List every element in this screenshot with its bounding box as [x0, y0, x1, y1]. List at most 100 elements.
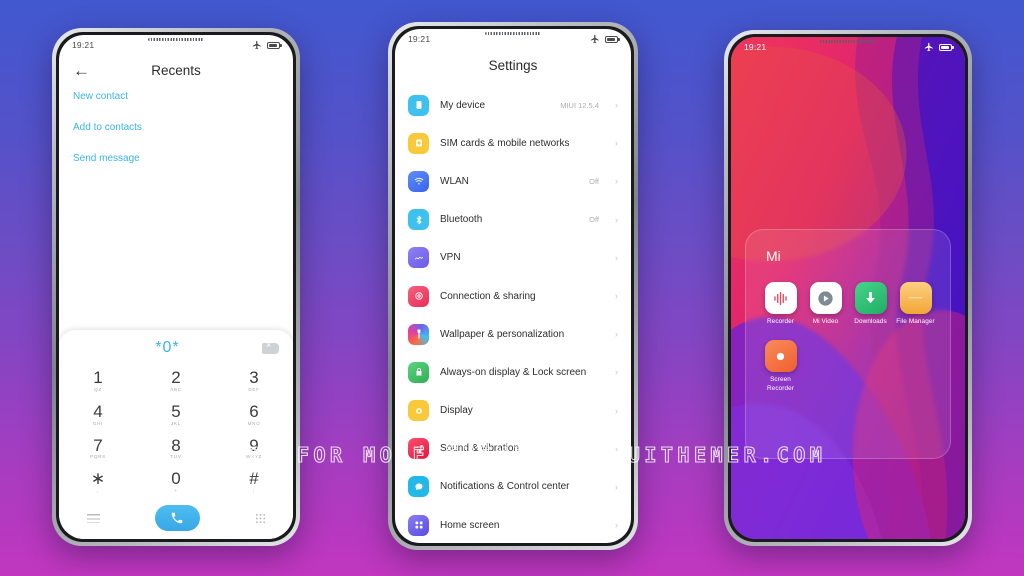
dialer-header: ← Recents: [59, 55, 293, 91]
app-label: Downloads: [854, 318, 887, 325]
screen-homescreen: 19:21 Mi Recorder Mi Video Downloads Fil…: [731, 37, 965, 539]
connection-icon: [408, 285, 429, 307]
app-mi-video[interactable]: Mi Video: [803, 282, 848, 326]
page-title: Recents: [151, 63, 201, 78]
key-star[interactable]: ∗,: [59, 464, 137, 498]
settings-item-sound-vibration[interactable]: Sound & vibration ›: [408, 430, 618, 468]
video-play-icon: [809, 282, 842, 314]
dialpad-sheet: *0* 1QZ 2ABC 3DEF 4GHI 5JKL 6MNO 7PQRS 8…: [59, 330, 293, 539]
airplane-icon: [590, 34, 599, 44]
airplane-icon: [924, 42, 933, 52]
wifi-icon: [408, 170, 429, 192]
link-new-contact[interactable]: New contact: [73, 91, 279, 102]
chevron-right-icon: ›: [615, 367, 618, 378]
settings-item-label: My device: [440, 99, 486, 111]
settings-item-connection-sharing[interactable]: Connection & sharing ›: [408, 277, 618, 315]
key-digit: 6: [249, 401, 259, 421]
key-8[interactable]: 8 TUV: [137, 431, 215, 465]
key-digit: 4: [93, 401, 103, 421]
key-letters: ,: [97, 488, 99, 493]
notifications-icon: [408, 476, 429, 498]
settings-item-value: Off: [589, 176, 599, 186]
key-digit: 5: [171, 401, 181, 421]
recorder-icon: [764, 282, 797, 314]
sim-card-icon: [408, 132, 429, 154]
settings-item-wlan[interactable]: WLAN Off ›: [408, 162, 618, 200]
app-label: Mi Video: [812, 318, 839, 325]
key-letters: JKL: [170, 420, 182, 426]
app-file-manager[interactable]: File Manager: [893, 282, 938, 326]
link-add-to-contacts[interactable]: Add to contacts: [73, 122, 279, 133]
settings-item-label: Wallpaper & personalization: [440, 328, 565, 340]
key-hash[interactable]: #;: [215, 464, 293, 498]
wallpaper-icon: [408, 323, 429, 345]
status-time: 19:21: [744, 42, 767, 52]
folder-app-grid: Recorder Mi Video Downloads File Manager…: [758, 282, 938, 393]
call-button[interactable]: [154, 505, 200, 531]
bluetooth-icon: [408, 209, 429, 231]
dialer-input-row: *0*: [59, 339, 293, 363]
settings-item-label: Connection & sharing: [440, 290, 536, 302]
key-letters: PQRS: [90, 454, 106, 460]
settings-item-always-on-display[interactable]: Always-on display & Lock screen ›: [408, 353, 618, 391]
keypad-grid-icon[interactable]: [254, 512, 266, 524]
key-digit: 7: [93, 435, 103, 455]
key-6[interactable]: 6 MNO: [215, 397, 293, 431]
key-letters: MNO: [247, 420, 261, 426]
app-label: Screen Recorder: [766, 376, 795, 392]
sound-icon: [408, 438, 429, 460]
key-7[interactable]: 7 PQRS: [59, 431, 137, 465]
dialed-number[interactable]: *0*: [73, 339, 262, 357]
app-downloads[interactable]: Downloads: [848, 282, 893, 326]
app-label: File Manager: [896, 318, 935, 325]
link-send-message[interactable]: Send message: [73, 153, 279, 164]
earpiece-grille: [820, 40, 876, 43]
settings-item-sim-cards[interactable]: SIM cards & mobile networks ›: [408, 124, 618, 162]
settings-item-vpn[interactable]: VPN ›: [408, 239, 618, 277]
key-9[interactable]: 9 WXYZ: [215, 431, 293, 465]
app-label: Recorder: [766, 318, 795, 325]
settings-item-label: SIM cards & mobile networks: [440, 137, 570, 149]
key-digit: #: [249, 469, 259, 489]
settings-item-notifications[interactable]: Notifications & Control center ›: [408, 468, 618, 506]
vpn-icon: [408, 247, 429, 269]
settings-item-bluetooth[interactable]: Bluetooth Off ›: [408, 201, 618, 239]
settings-item-wallpaper[interactable]: Wallpaper & personalization ›: [408, 315, 618, 353]
settings-item-label: Sound & vibration: [440, 443, 519, 455]
phone-bezel: 19:21 Settings My device MIUI 12.5.4 › S…: [392, 26, 634, 546]
chevron-right-icon: ›: [615, 405, 618, 416]
key-4[interactable]: 4 GHI: [59, 397, 137, 431]
key-letters: GHI: [92, 420, 104, 426]
key-1[interactable]: 1 QZ: [59, 363, 137, 397]
settings-item-label: Bluetooth: [440, 214, 483, 226]
settings-item-display[interactable]: Display ›: [408, 392, 618, 430]
file-manager-icon: [899, 282, 932, 314]
key-digit: 3: [249, 368, 259, 388]
settings-item-home-screen[interactable]: Home screen ›: [408, 506, 618, 543]
battery-icon: [939, 43, 954, 51]
key-digit: 9: [249, 435, 259, 455]
airplane-icon: [252, 40, 261, 50]
screen-recorder-icon: [764, 340, 797, 373]
earpiece-grille: [485, 32, 541, 35]
backspace-icon[interactable]: [262, 340, 279, 354]
menu-icon[interactable]: [86, 513, 100, 523]
settings-item-my-device[interactable]: My device MIUI 12.5.4 ›: [408, 86, 618, 124]
settings-item-label: Always-on display & Lock screen: [440, 366, 587, 378]
key-2[interactable]: 2 ABC: [137, 363, 215, 397]
key-3[interactable]: 3 DEF: [215, 363, 293, 397]
folder-title[interactable]: Mi: [766, 248, 938, 264]
earpiece-grille: [148, 38, 204, 41]
lock-icon: [408, 361, 429, 383]
key-letters: ABC: [170, 386, 182, 392]
key-0[interactable]: 0 +: [137, 464, 215, 498]
phone-device-settings: 19:21 Settings My device MIUI 12.5.4 › S…: [388, 22, 638, 550]
key-digit: ∗: [90, 469, 106, 489]
settings-list: My device MIUI 12.5.4 › SIM cards & mobi…: [395, 86, 631, 543]
page-title: Settings: [488, 58, 538, 73]
key-5[interactable]: 5 JKL: [137, 397, 215, 431]
key-letters: WXYZ: [245, 454, 263, 460]
app-recorder[interactable]: Recorder: [758, 282, 803, 326]
app-folder-mi[interactable]: Mi Recorder Mi Video Downloads File Mana…: [745, 229, 951, 459]
app-screen-recorder[interactable]: Screen Recorder: [758, 340, 803, 393]
